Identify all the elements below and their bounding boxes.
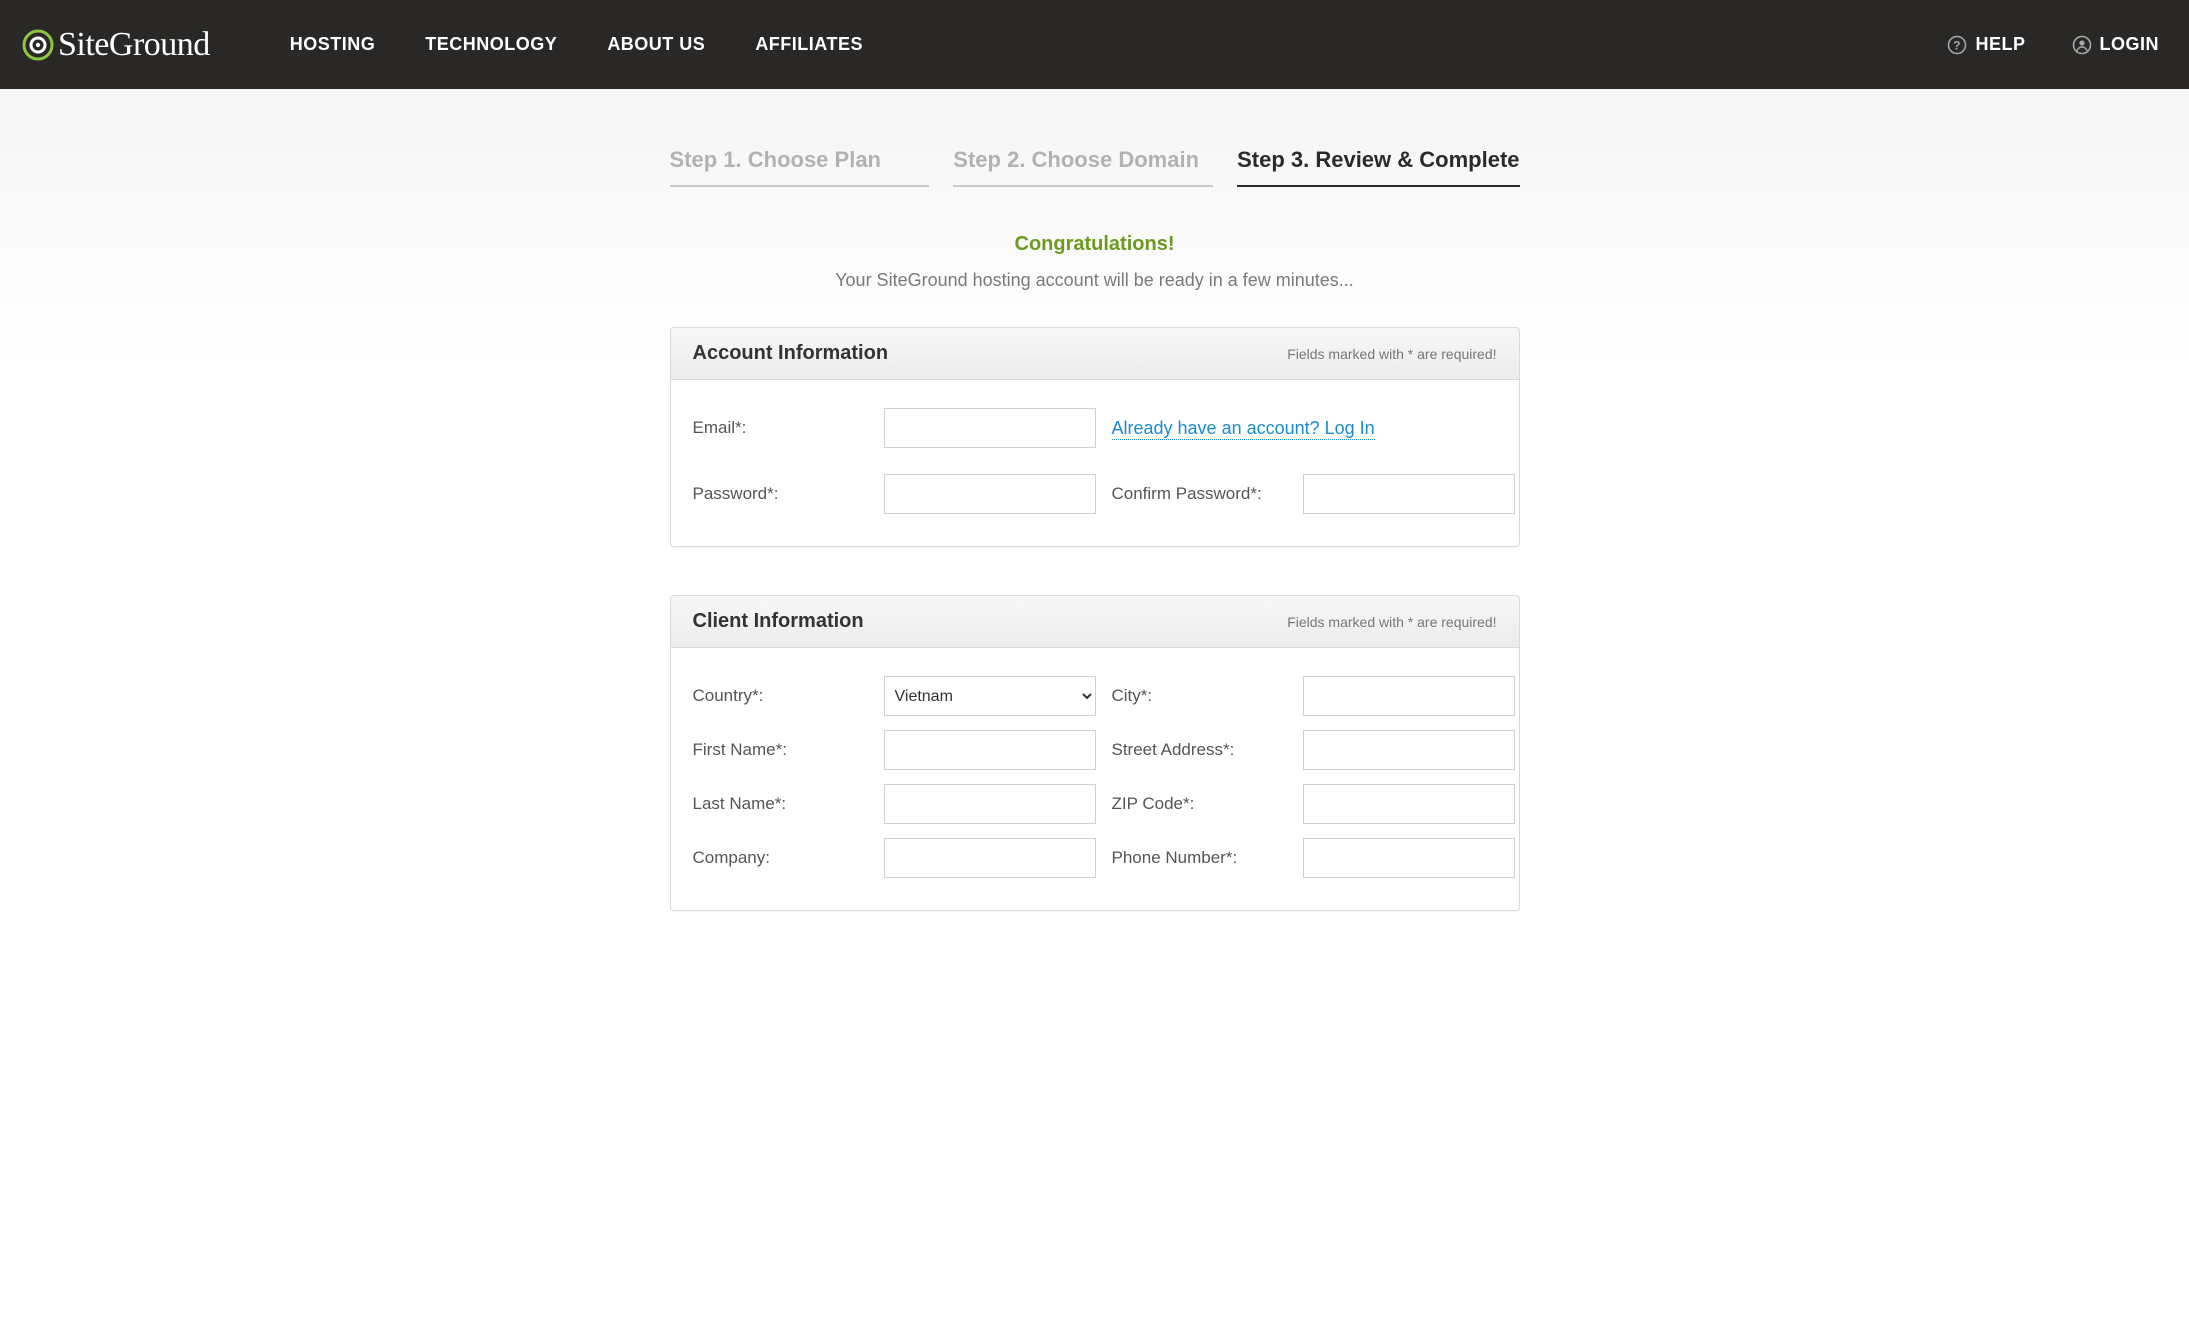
nav-about[interactable]: ABOUT US — [607, 34, 705, 55]
nav-affiliates[interactable]: AFFILIATES — [755, 34, 863, 55]
account-panel-header: Account Information Fields marked with *… — [671, 328, 1519, 380]
help-button[interactable]: ? HELP — [1947, 34, 2025, 55]
first-name-field[interactable] — [884, 730, 1096, 770]
password-field[interactable] — [884, 474, 1096, 514]
login-link[interactable]: Already have an account? Log In — [1112, 418, 1375, 440]
email-label: Email*: — [693, 418, 868, 438]
company-field[interactable] — [884, 838, 1096, 878]
logo[interactable]: SiteGround — [22, 26, 210, 64]
confirm-password-field[interactable] — [1303, 474, 1515, 514]
street-field[interactable] — [1303, 730, 1515, 770]
account-panel: Account Information Fields marked with *… — [670, 327, 1520, 547]
step-2[interactable]: Step 2. Choose Domain — [953, 147, 1213, 187]
last-name-field[interactable] — [884, 784, 1096, 824]
user-icon — [2072, 35, 2092, 55]
client-panel-title: Client Information — [693, 610, 864, 633]
page: Step 1. Choose Plan Step 2. Choose Domai… — [0, 89, 2189, 1337]
first-name-label: First Name*: — [693, 740, 868, 760]
login-label: LOGIN — [2100, 34, 2160, 55]
congrats-subtitle: Your SiteGround hosting account will be … — [670, 270, 1520, 291]
primary-nav: HOSTING TECHNOLOGY ABOUT US AFFILIATES — [290, 34, 863, 55]
logo-swirl-icon — [22, 29, 54, 61]
step-3[interactable]: Step 3. Review & Complete — [1237, 147, 1519, 187]
phone-label: Phone Number*: — [1112, 848, 1287, 868]
congrats-block: Congratulations! Your SiteGround hosting… — [670, 233, 1520, 291]
city-label: City*: — [1112, 686, 1287, 706]
last-name-label: Last Name*: — [693, 794, 868, 814]
nav-hosting[interactable]: HOSTING — [290, 34, 376, 55]
congrats-title: Congratulations! — [670, 233, 1520, 256]
checkout-steps: Step 1. Choose Plan Step 2. Choose Domai… — [670, 89, 1520, 187]
city-field[interactable] — [1303, 676, 1515, 716]
step-1[interactable]: Step 1. Choose Plan — [670, 147, 930, 187]
svg-text:?: ? — [1954, 38, 1962, 52]
zip-label: ZIP Code*: — [1112, 794, 1287, 814]
login-button[interactable]: LOGIN — [2072, 34, 2160, 55]
country-label: Country*: — [693, 686, 868, 706]
required-note: Fields marked with * are required! — [1287, 346, 1496, 362]
client-panel-header: Client Information Fields marked with * … — [671, 596, 1519, 648]
required-note: Fields marked with * are required! — [1287, 614, 1496, 630]
email-field[interactable] — [884, 408, 1096, 448]
company-label: Company: — [693, 848, 868, 868]
topbar: SiteGround HOSTING TECHNOLOGY ABOUT US A… — [0, 0, 2189, 89]
zip-field[interactable] — [1303, 784, 1515, 824]
help-icon: ? — [1947, 35, 1967, 55]
logo-text: SiteGround — [58, 26, 210, 64]
help-label: HELP — [1975, 34, 2025, 55]
client-panel: Client Information Fields marked with * … — [670, 595, 1520, 911]
country-select[interactable]: Vietnam — [884, 676, 1096, 716]
nav-technology[interactable]: TECHNOLOGY — [425, 34, 557, 55]
topbar-right: ? HELP LOGIN — [1947, 34, 2159, 55]
phone-field[interactable] — [1303, 838, 1515, 878]
account-panel-title: Account Information — [693, 342, 889, 365]
confirm-password-label: Confirm Password*: — [1112, 484, 1287, 504]
street-label: Street Address*: — [1112, 740, 1287, 760]
password-label: Password*: — [693, 484, 868, 504]
